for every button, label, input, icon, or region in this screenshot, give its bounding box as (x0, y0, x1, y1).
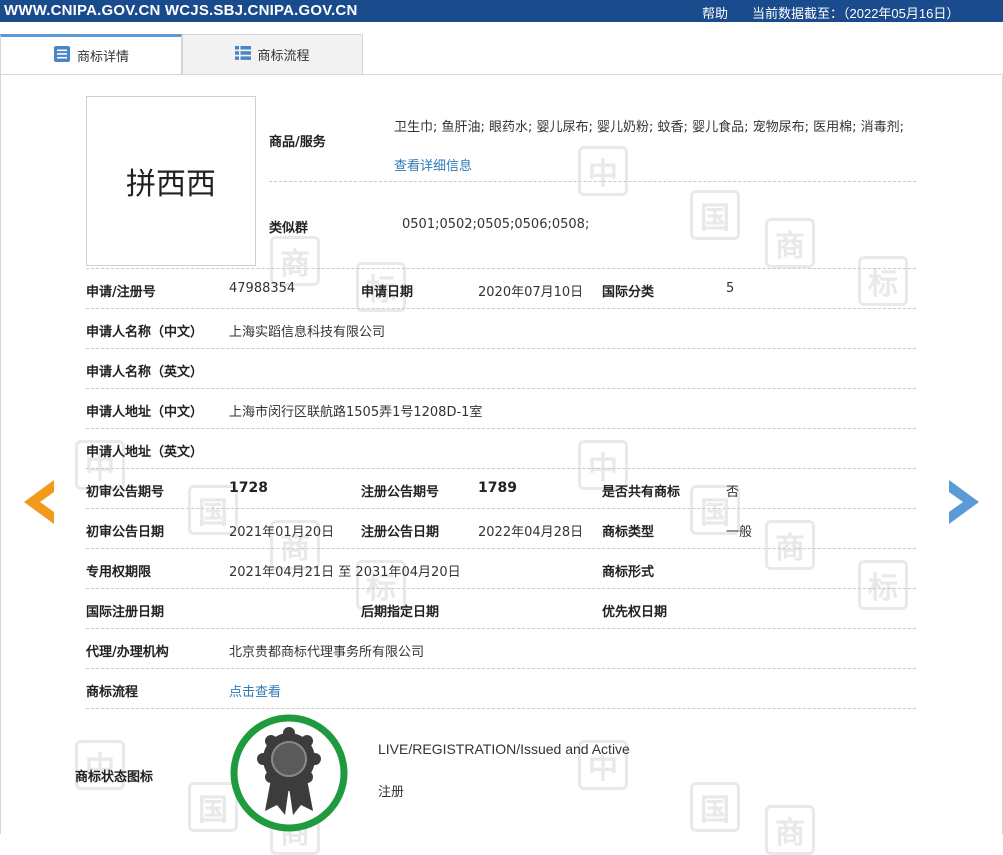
exclusive-term-label: 专用权期限 (86, 565, 152, 580)
address-en-label: 申请人地址（英文） (86, 445, 204, 460)
goods-list: 卫生巾; 鱼肝油; 眼药水; 婴儿尿布; 婴儿奶粉; 蚊香; 婴儿食品; 宠物尿… (394, 108, 914, 186)
reg-no-label: 申请/注册号 (86, 285, 156, 300)
watermark-char: 商 (270, 236, 320, 286)
priority-date-label: 优先权日期 (602, 605, 668, 620)
watermark-char: 标 (858, 560, 908, 610)
divider (86, 308, 916, 309)
divider (269, 181, 916, 182)
divider (86, 468, 916, 469)
site-url: WWW.CNIPA.GOV.CN WCJS.SBJ.CNIPA.GOV.CN (4, 2, 358, 19)
prelim-date-label: 初审公告日期 (86, 525, 165, 540)
status-en-text: LIVE/REGISTRATION/Issued and Active (378, 741, 630, 757)
similar-group-label: 类似群 (269, 221, 309, 236)
status-icon-label: 商标状态图标 (75, 770, 154, 785)
goods-label: 商品/服务 (269, 135, 326, 150)
intl-class-label: 国际分类 (602, 285, 655, 300)
agency-value: 北京贵都商标代理事务所有限公司 (229, 645, 425, 660)
reg-ann-date-label: 注册公告日期 (361, 525, 440, 540)
shared-label: 是否共有商标 (602, 485, 681, 500)
later-date-label: 后期指定日期 (361, 605, 440, 620)
reg-ann-no-value: 1789 (478, 480, 517, 496)
watermark-char: 商 (765, 805, 815, 855)
reg-ann-date-value: 2022年04月28日 (478, 525, 584, 540)
help-link[interactable]: 帮助 (702, 3, 728, 22)
intl-reg-date-label: 国际注册日期 (86, 605, 165, 620)
watermark-char: 商 (765, 520, 815, 570)
watermark-char: 商 (765, 218, 815, 268)
tab-label: 商标详情 (76, 50, 129, 65)
prelim-date-value: 2021年01月20日 (229, 525, 335, 540)
similar-group-value: 0501;0502;0505;0506;0508; (402, 217, 590, 232)
divider (86, 628, 916, 629)
prev-arrow-icon[interactable] (20, 478, 56, 526)
tm-type-value: 一般 (726, 525, 753, 540)
address-cn-value: 上海市闵行区联航路1505弄1号1208D-1室 (229, 405, 483, 420)
watermark-char: 国 (690, 190, 740, 240)
applicant-cn-value: 上海实蹈信息科技有限公司 (229, 325, 386, 340)
data-date-text: 当前数据截至：（2022年05月16日） (752, 6, 960, 21)
watermark-char: 国 (690, 782, 740, 832)
reg-ann-no-label: 注册公告期号 (361, 485, 440, 500)
watermark-char: 标 (858, 256, 908, 306)
apply-date-value: 2020年07月10日 (478, 285, 584, 300)
divider (86, 268, 916, 269)
goods-detail-link[interactable]: 查看详细信息 (394, 159, 472, 174)
registered-badge-icon (229, 713, 349, 833)
status-cn-text: 注册 (378, 785, 405, 800)
divider (86, 588, 916, 589)
next-arrow-icon[interactable] (947, 478, 983, 526)
top-bar: WWW.CNIPA.GOV.CN WCJS.SBJ.CNIPA.GOV.CN 帮… (0, 0, 1003, 22)
apply-date-label: 申请日期 (361, 285, 414, 300)
tab-bar: 商标详情 商标流程 (0, 34, 1003, 74)
divider (86, 708, 916, 709)
divider (86, 508, 916, 509)
applicant-cn-label: 申请人名称（中文） (86, 325, 204, 340)
goods-text: 卫生巾; 鱼肝油; 眼药水; 婴儿尿布; 婴儿奶粉; 蚊香; 婴儿食品; 宠物尿… (394, 120, 904, 135)
tab-label: 商标流程 (257, 49, 310, 64)
tm-type-label: 商标类型 (602, 525, 655, 540)
list-detail-icon (53, 45, 71, 67)
divider (86, 428, 916, 429)
list-flow-icon (235, 45, 252, 65)
divider (86, 548, 916, 549)
prelim-no-label: 初审公告期号 (86, 485, 165, 500)
exclusive-term-value: 2021年04月21日 至 2031年04月20日 (229, 565, 461, 580)
prelim-no-value: 1728 (229, 480, 268, 496)
tab-trademark-detail[interactable]: 商标详情 (0, 34, 182, 74)
divider (86, 388, 916, 389)
divider (86, 668, 916, 669)
agency-label: 代理/办理机构 (86, 645, 169, 660)
flow-link[interactable]: 点击查看 (229, 681, 281, 700)
tm-form-label: 商标形式 (602, 565, 655, 580)
intl-class-value: 5 (726, 281, 735, 296)
shared-value: 否 (726, 485, 740, 500)
reg-no-value: 47988354 (229, 281, 296, 296)
divider (86, 348, 916, 349)
flow-label: 商标流程 (86, 685, 139, 700)
address-cn-label: 申请人地址（中文） (86, 405, 204, 420)
trademark-image: 拼西西 (86, 96, 256, 266)
tab-trademark-flow[interactable]: 商标流程 (182, 34, 363, 74)
applicant-en-label: 申请人名称（英文） (86, 365, 204, 380)
